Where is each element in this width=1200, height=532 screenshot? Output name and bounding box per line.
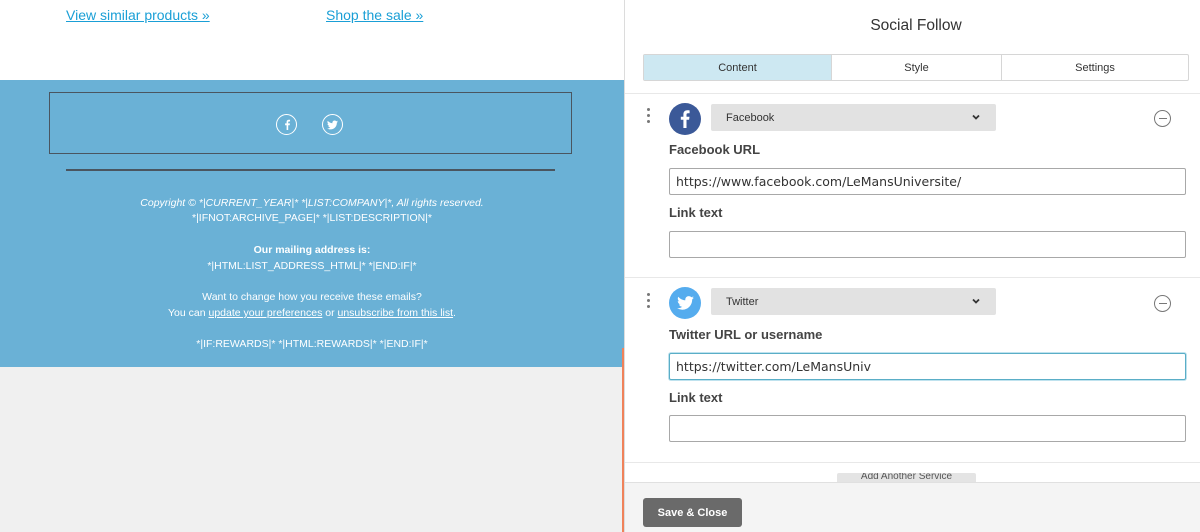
panel-footer: Save & Close [625,482,1200,532]
twitter-link-text-input[interactable] [669,415,1186,442]
block-separator [625,93,1200,94]
footer-preferences-line: You can update your preferences or unsub… [0,306,624,321]
tab-settings[interactable]: Settings [1002,55,1188,80]
twitter-url-input[interactable] [669,353,1186,380]
preview-content-section: View similar products » Shop the sale » [0,0,624,80]
facebook-follow-icon[interactable] [276,114,297,135]
email-footer: Copyright © *|CURRENT_YEAR|* *|LIST:COMP… [0,80,624,367]
drag-handle-facebook[interactable] [645,108,651,123]
social-follow-block[interactable] [49,92,572,154]
footer-mailing-heading: Our mailing address is: [253,244,371,256]
facebook-icon [669,103,701,135]
shop-the-sale-link[interactable]: Shop the sale » [326,7,423,23]
facebook-url-input[interactable] [669,168,1186,195]
unsubscribe-link[interactable]: unsubscribe from this list [338,307,454,319]
facebook-url-label: Facebook URL [669,142,761,157]
twitter-icon [669,287,701,319]
footer-archive-merge: *|IFNOT:ARCHIVE_PAGE|* *|LIST:DESCRIPTIO… [191,212,433,224]
save-and-close-button[interactable]: Save & Close [643,498,742,527]
drag-handle-twitter[interactable] [645,293,651,308]
tab-style[interactable]: Style [832,55,1002,80]
update-preferences-link[interactable]: update your preferences [209,307,323,319]
block-separator [625,462,1200,463]
footer-divider [66,169,555,171]
facebook-link-text-input[interactable] [669,231,1186,258]
social-follow-editor-panel: Social Follow Content Style Settings Fac… [624,0,1200,532]
service-select-facebook[interactable]: Facebook [711,104,996,131]
footer-prefs-prefix: You can [168,307,209,319]
facebook-link-text-label: Link text [669,205,723,220]
footer-mailing-address: *|HTML:LIST_ADDRESS_HTML|* *|END:IF|* [207,260,417,272]
footer-prefs-middle: or [322,307,338,319]
panel-title: Social Follow [870,17,962,34]
twitter-url-label: Twitter URL or username [669,327,823,342]
footer-rewards-merge: *|IF:REWARDS|* *|HTML:REWARDS|* *|END:IF… [196,338,428,350]
twitter-follow-icon[interactable] [322,114,343,135]
tab-content[interactable]: Content [644,55,832,80]
editor-tabs: Content Style Settings [643,54,1189,81]
service-select-value: Facebook [726,111,775,124]
twitter-link-text-label: Link text [669,390,723,405]
chevron-down-icon [972,114,980,120]
footer-prefs-suffix: . [453,307,456,319]
chevron-down-icon [972,298,980,304]
email-preview-pane: View similar products » Shop the sale » … [0,0,624,532]
footer-change-text: Want to change how you receive these ema… [202,291,422,303]
block-separator [625,277,1200,278]
remove-facebook-button[interactable] [1154,110,1171,127]
footer-copyright: Copyright © *|CURRENT_YEAR|* *|LIST:COMP… [140,197,484,209]
service-select-value: Twitter [726,295,759,308]
view-similar-products-link[interactable]: View similar products » [66,7,210,23]
service-select-twitter[interactable]: Twitter [711,288,996,315]
remove-twitter-button[interactable] [1154,295,1171,312]
